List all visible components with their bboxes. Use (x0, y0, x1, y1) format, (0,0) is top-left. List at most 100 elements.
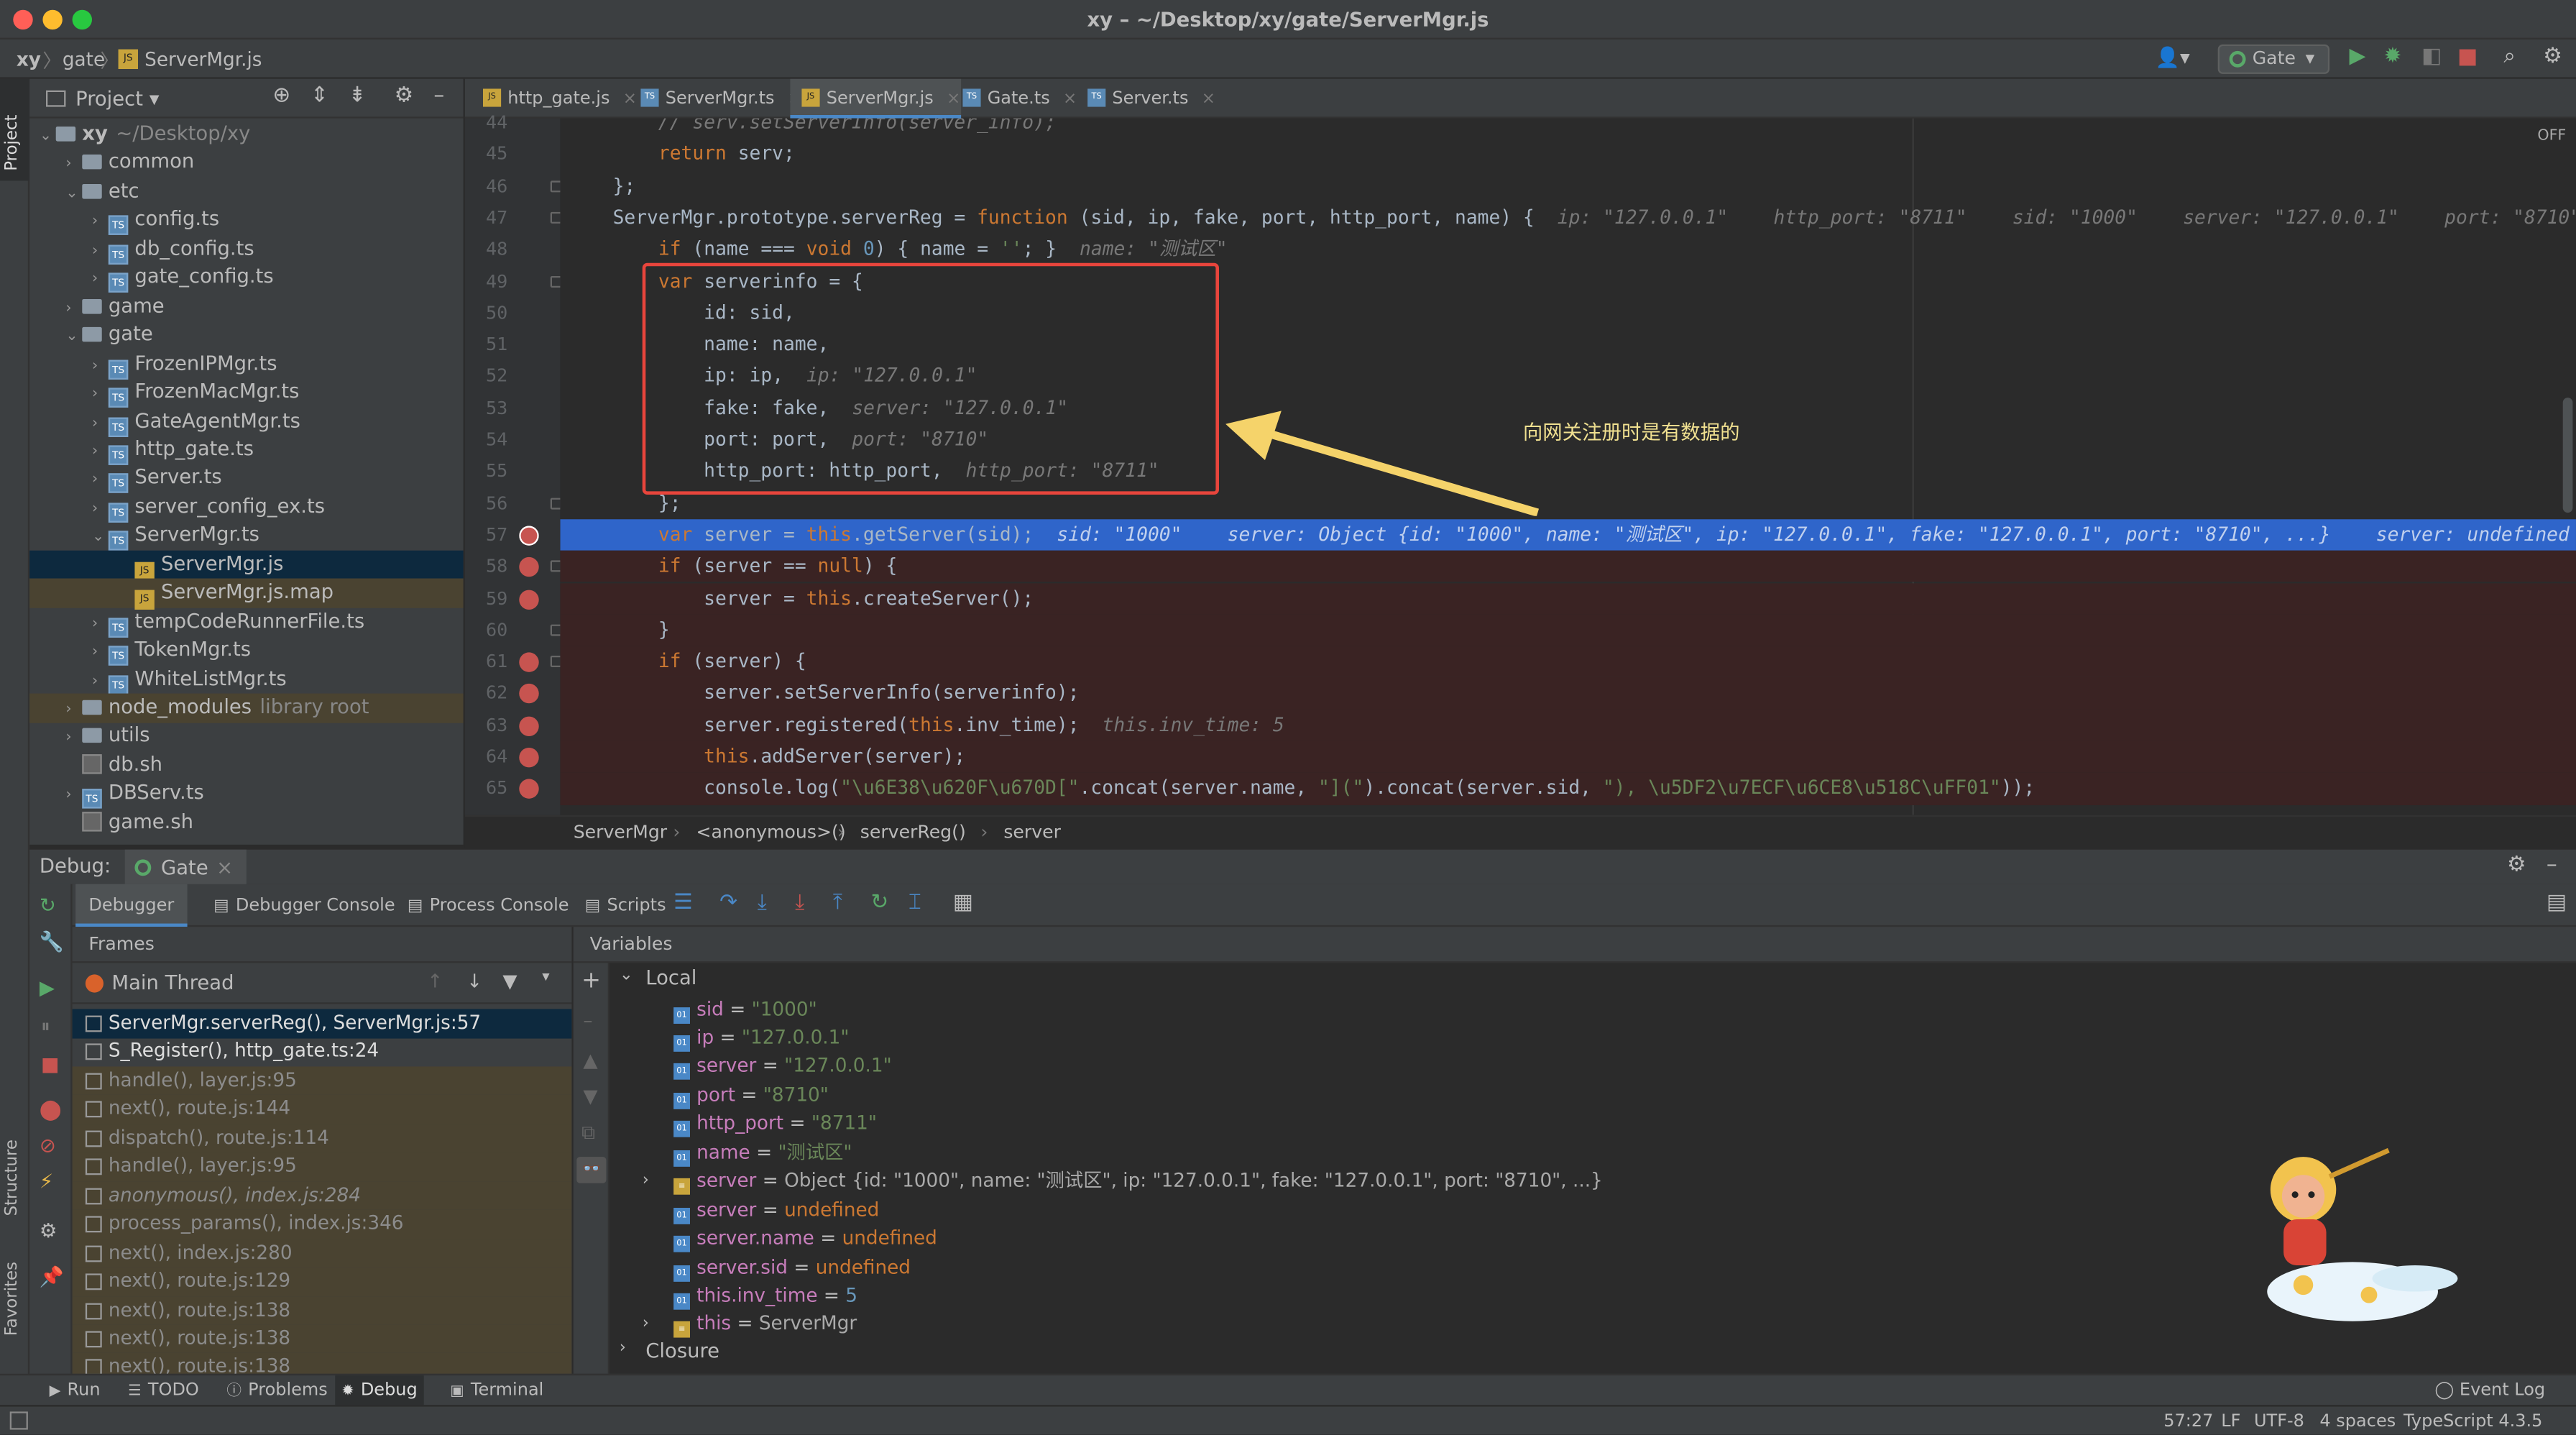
step-out-icon[interactable]: ⤒ (833, 891, 842, 915)
memory-view-icon[interactable]: ▦ (953, 891, 973, 915)
tree-item[interactable]: JS ServerMgr.js.map (29, 578, 464, 610)
code-line[interactable]: server = this.createServer(); (560, 582, 2576, 615)
stack-frame[interactable]: next(), route.js:144 (72, 1095, 572, 1124)
chevron-down-icon[interactable]: ⌄ (65, 180, 82, 209)
crumb-project[interactable]: xy (17, 47, 41, 70)
bottom-tool-tab[interactable]: ☰ TODO (121, 1375, 206, 1406)
breakpoint-icon[interactable] (519, 779, 539, 799)
stack-frame[interactable]: next(), route.js:138 (72, 1353, 572, 1374)
resume-icon[interactable]: ▶ (40, 976, 55, 999)
show-execution-point-icon[interactable]: ☰ (673, 891, 693, 915)
code-line[interactable]: if (server == null) { (560, 551, 2576, 583)
layout-icon[interactable]: ▤ (2547, 891, 2567, 915)
copy-icon[interactable]: ⧉ (581, 1121, 595, 1145)
tree-item[interactable]: › TS server_config_ex.ts (29, 492, 463, 523)
tree-item[interactable]: JS ServerMgr.js (29, 550, 464, 582)
tree-item[interactable]: › TS WhiteListMgr.ts (29, 665, 463, 694)
editor-tab[interactable]: JS ServerMgr.js × (790, 78, 961, 119)
tree-item[interactable]: › TS DBServ.ts (29, 779, 463, 810)
indent-setting[interactable]: 4 spaces (2319, 1407, 2396, 1435)
stack-frame[interactable]: S_Register(), http_gate.ts:24 (73, 1037, 572, 1066)
stack-frame[interactable]: dispatch(), route.js:114 (72, 1123, 572, 1152)
editor-tab[interactable]: TSServerMgr.ts× (629, 79, 801, 119)
chevron-right-icon[interactable]: › (92, 267, 109, 295)
variable-row[interactable]: 01 http_port = "8711" (645, 1110, 877, 1139)
editor-tab[interactable]: TS Gate.ts × (951, 79, 1077, 119)
thread-selector[interactable]: Main Thread ↑ ↓ ▼ ▾ (72, 963, 572, 1004)
chevron-right-icon[interactable]: › (92, 381, 109, 410)
event-log-button[interactable]: ◯ Event Log (2434, 1375, 2545, 1406)
code-line[interactable]: var server = this.getServer(sid); sid: "1… (560, 519, 2576, 551)
stack-frame[interactable]: next(), index.js:280 (72, 1238, 572, 1267)
bottom-tool-tab[interactable]: ▣ Terminal (443, 1375, 550, 1406)
close-tab-icon[interactable]: × (1063, 91, 1077, 109)
chevron-down-icon[interactable]: ⌄ (620, 966, 633, 984)
debug-tab[interactable]: ▤ Process Console (395, 884, 582, 927)
tree-item[interactable]: › TS FrozenIPMgr.ts (29, 349, 463, 380)
tree-item[interactable]: › TS TokenMgr.ts (29, 636, 463, 666)
breakpoint-icon[interactable] (519, 557, 539, 577)
chevron-right-icon[interactable]: › (92, 668, 109, 697)
step-over-icon[interactable]: ↷ (719, 891, 737, 915)
tree-item[interactable]: › TS db_config.ts (29, 234, 463, 265)
code-line[interactable]: if (name === void 0) { name = ''; } name:… (560, 234, 2576, 265)
chevron-right-icon[interactable]: › (620, 1339, 626, 1357)
variable-row[interactable]: 01 server = "127.0.0.1" (645, 1053, 892, 1081)
debug-hide-icon[interactable]: – (2547, 853, 2557, 877)
coverage-icon[interactable]: ◧ (2421, 45, 2442, 69)
language-service[interactable]: TypeScript 4.3.5 (2404, 1407, 2542, 1435)
chevron-down-icon[interactable]: ⌄ (40, 123, 56, 152)
more-icon[interactable]: ▾ (542, 970, 549, 986)
chevron-right-icon[interactable]: › (92, 209, 109, 238)
breakpoint-icon[interactable] (519, 652, 539, 673)
next-frame-icon[interactable]: ↓ (466, 970, 482, 993)
breadcrumb-item[interactable]: server (1003, 817, 1061, 850)
tree-item[interactable]: ⌄ TS ServerMgr.ts (29, 521, 463, 551)
tree-item[interactable]: › game (29, 292, 463, 321)
tree-item[interactable]: › TS Server.ts (29, 464, 463, 494)
variable-row[interactable]: 01 name = "测试区" (645, 1138, 852, 1167)
chevron-right-icon[interactable]: › (92, 238, 109, 267)
debug-icon[interactable]: ✹ (2384, 45, 2402, 69)
code-line[interactable]: }; (560, 170, 2576, 202)
tree-item[interactable]: › TS gate_config.ts (29, 263, 463, 295)
stack-frame[interactable]: process_params(), index.js:346 (72, 1209, 572, 1239)
code-line[interactable]: console.log("\u6E38\u620F\u670D[".concat… (560, 772, 2576, 805)
tree-item[interactable]: ⌄ gate (29, 321, 463, 349)
status-toggle-icon[interactable] (9, 1411, 28, 1430)
panel-settings-icon[interactable]: ⚙ (395, 84, 414, 109)
chevron-right-icon[interactable]: › (92, 467, 109, 496)
force-step-into-icon[interactable]: ⤓ (795, 891, 804, 915)
run-to-cursor-icon[interactable]: ↻ (870, 891, 888, 915)
crumb-file[interactable]: ServerMgr.js (144, 47, 262, 70)
evaluate-icon[interactable]: ⌶ (908, 891, 921, 915)
chevron-down-icon[interactable]: ⌄ (65, 324, 82, 353)
variable-row[interactable]: › ≡ server = Object {id: "1000", name: "测试… (643, 1167, 1603, 1196)
expand-all-icon[interactable]: ⇕ (310, 84, 328, 109)
bottom-tool-tab[interactable]: ✹ Debug (335, 1375, 424, 1407)
debug-gear-icon[interactable]: ⚙ (40, 1219, 58, 1242)
breakpoint-icon[interactable] (519, 747, 539, 768)
chevron-right-icon[interactable]: › (92, 496, 109, 525)
variable-row[interactable]: 01 this.inv_time = 5 (645, 1282, 857, 1311)
mute-breakpoints-icon[interactable]: ⊘ (40, 1134, 56, 1157)
chevron-right-icon[interactable]: › (65, 152, 82, 180)
wrench-icon[interactable]: 🔧 (40, 930, 64, 953)
variable-row[interactable]: 01 server.name = undefined (645, 1224, 937, 1253)
glasses-icon[interactable]: 👓 (576, 1157, 607, 1183)
code-line[interactable]: // serv.setServerInfo(server_info); (560, 119, 2576, 139)
settings-gear-icon[interactable]: ⚙ (2543, 45, 2562, 69)
debug-tab[interactable]: Debugger (75, 884, 188, 927)
stack-frame[interactable]: next(), route.js:138 (72, 1324, 572, 1354)
debug-tab[interactable]: ▤ Scripts (571, 884, 678, 927)
stack-frame[interactable]: ServerMgr.serverReg(), ServerMgr.js:57 (72, 1009, 572, 1038)
hide-panel-icon[interactable]: – (433, 84, 444, 109)
move-down-icon[interactable]: ▼ (583, 1085, 597, 1108)
add-watch-icon[interactable]: + (581, 968, 601, 994)
code-line[interactable]: server.setServerInfo(serverinfo); (560, 677, 2576, 710)
stop-icon[interactable] (2459, 49, 2476, 66)
collapse-all-icon[interactable]: ⇟ (349, 84, 367, 109)
tree-item[interactable]: game.sh (29, 808, 463, 837)
breadcrumb-item[interactable]: <anonymous>() (696, 817, 845, 850)
tree-item[interactable]: › TS http_gate.ts (29, 436, 463, 465)
